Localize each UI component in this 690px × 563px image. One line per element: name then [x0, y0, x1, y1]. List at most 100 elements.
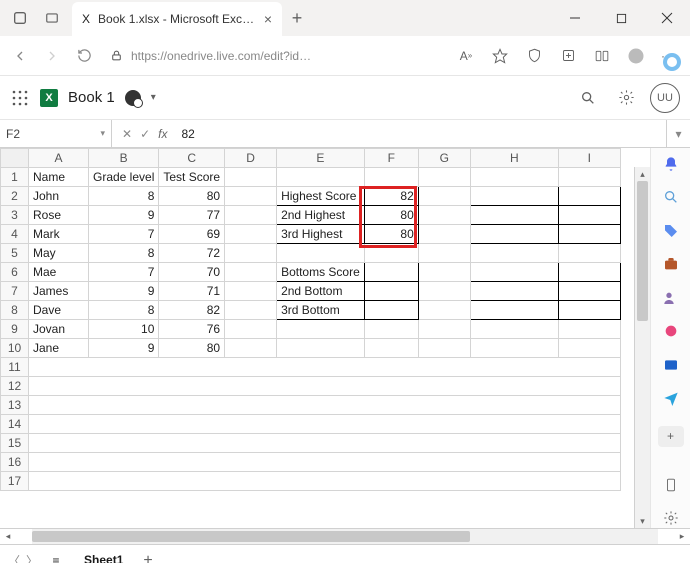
bell-icon[interactable] — [659, 154, 683, 173]
cell[interactable] — [418, 244, 470, 263]
cell[interactable] — [225, 282, 277, 301]
col-header[interactable]: E — [277, 149, 365, 168]
cell[interactable]: 80 — [364, 225, 418, 244]
cell[interactable]: 82 — [159, 301, 225, 320]
col-header[interactable]: I — [558, 149, 620, 168]
cell[interactable] — [225, 339, 277, 358]
cell[interactable] — [225, 206, 277, 225]
scroll-right-icon[interactable]: ▸ — [674, 529, 690, 544]
cell[interactable]: Rose — [29, 206, 89, 225]
cell[interactable]: 9 — [89, 282, 159, 301]
maximize-button[interactable] — [598, 0, 644, 36]
people-icon[interactable] — [659, 288, 683, 307]
cell[interactable]: 71 — [159, 282, 225, 301]
refresh-button[interactable] — [72, 44, 96, 68]
cell[interactable] — [277, 320, 365, 339]
cell[interactable]: 3rd Bottom — [277, 301, 365, 320]
cell[interactable]: 9 — [89, 206, 159, 225]
cell[interactable] — [29, 396, 621, 415]
cell[interactable] — [418, 339, 470, 358]
cell[interactable] — [29, 453, 621, 472]
send-icon[interactable] — [659, 388, 683, 407]
cell[interactable] — [418, 225, 470, 244]
back-button[interactable] — [8, 44, 32, 68]
search-icon[interactable] — [574, 84, 602, 112]
cell[interactable] — [558, 244, 620, 263]
cell[interactable] — [225, 187, 277, 206]
prev-sheet-icon[interactable]: 〈 — [8, 552, 20, 563]
all-sheets-icon[interactable]: ≡ — [48, 554, 64, 563]
cell[interactable]: Mae — [29, 263, 89, 282]
col-header[interactable]: G — [418, 149, 470, 168]
horizontal-scrollbar[interactable]: ◂ ▸ — [0, 528, 690, 544]
col-header[interactable]: C — [159, 149, 225, 168]
name-box-dropdown-icon[interactable]: ▾ — [100, 128, 105, 139]
tab-close-icon[interactable]: × — [264, 11, 272, 27]
cell[interactable] — [558, 263, 620, 282]
next-sheet-icon[interactable]: 〉 — [26, 552, 38, 563]
phone-icon[interactable] — [659, 475, 683, 494]
row-header[interactable]: 4 — [1, 225, 29, 244]
row-header[interactable]: 15 — [1, 434, 29, 453]
col-header[interactable]: F — [364, 149, 418, 168]
row-header[interactable]: 13 — [1, 396, 29, 415]
settings-side-icon[interactable] — [659, 508, 683, 527]
chevron-down-icon[interactable]: ▾ — [151, 92, 156, 103]
cell[interactable] — [364, 263, 418, 282]
col-header[interactable]: A — [29, 149, 89, 168]
scroll-up-icon[interactable]: ▴ — [635, 167, 650, 181]
cell[interactable]: 7 — [89, 225, 159, 244]
row-header[interactable]: 10 — [1, 339, 29, 358]
cell[interactable] — [225, 225, 277, 244]
row-header[interactable]: 14 — [1, 415, 29, 434]
cell[interactable] — [470, 225, 558, 244]
cell[interactable]: Mark — [29, 225, 89, 244]
cell[interactable] — [418, 263, 470, 282]
shield-icon[interactable] — [522, 44, 546, 68]
cell[interactable]: John — [29, 187, 89, 206]
cell[interactable]: 80 — [364, 206, 418, 225]
cell[interactable] — [418, 320, 470, 339]
cell[interactable] — [364, 282, 418, 301]
accept-formula-icon[interactable]: ✓ — [140, 127, 150, 141]
cancel-formula-icon[interactable]: ✕ — [122, 127, 132, 141]
cell[interactable] — [470, 282, 558, 301]
cell[interactable]: 7 — [89, 263, 159, 282]
cell[interactable] — [470, 301, 558, 320]
cell[interactable] — [29, 358, 621, 377]
cell[interactable] — [364, 244, 418, 263]
tab-actions-icon[interactable] — [38, 4, 66, 32]
col-header[interactable]: H — [470, 149, 558, 168]
cell[interactable] — [418, 206, 470, 225]
cell[interactable]: Name — [29, 168, 89, 187]
scroll-down-icon[interactable]: ▾ — [635, 514, 650, 528]
cell[interactable] — [558, 225, 620, 244]
row-header[interactable]: 5 — [1, 244, 29, 263]
user-avatar[interactable]: UU — [650, 83, 680, 113]
formula-input[interactable]: 82 — [177, 120, 666, 147]
new-tab-button[interactable]: + — [282, 0, 312, 36]
vscroll-thumb[interactable] — [637, 181, 648, 321]
cell[interactable] — [418, 282, 470, 301]
cell[interactable]: 76 — [159, 320, 225, 339]
cell[interactable] — [558, 320, 620, 339]
cell[interactable]: Jane — [29, 339, 89, 358]
cell[interactable] — [277, 244, 365, 263]
profile-icon[interactable] — [6, 4, 34, 32]
cell[interactable]: 8 — [89, 301, 159, 320]
cell[interactable] — [558, 187, 620, 206]
cell[interactable]: 77 — [159, 206, 225, 225]
row-header[interactable]: 1 — [1, 168, 29, 187]
cell[interactable] — [225, 320, 277, 339]
cell[interactable] — [277, 339, 365, 358]
cell[interactable] — [277, 168, 365, 187]
row-header[interactable]: 17 — [1, 472, 29, 491]
cell[interactable] — [225, 244, 277, 263]
tag-icon[interactable] — [659, 221, 683, 240]
browser-tab[interactable]: X Book 1.xlsx - Microsoft Excel Onl × — [72, 2, 282, 36]
cell[interactable]: 82 — [364, 187, 418, 206]
cell[interactable] — [364, 339, 418, 358]
cell[interactable] — [418, 168, 470, 187]
cell[interactable] — [225, 301, 277, 320]
cell[interactable]: May — [29, 244, 89, 263]
